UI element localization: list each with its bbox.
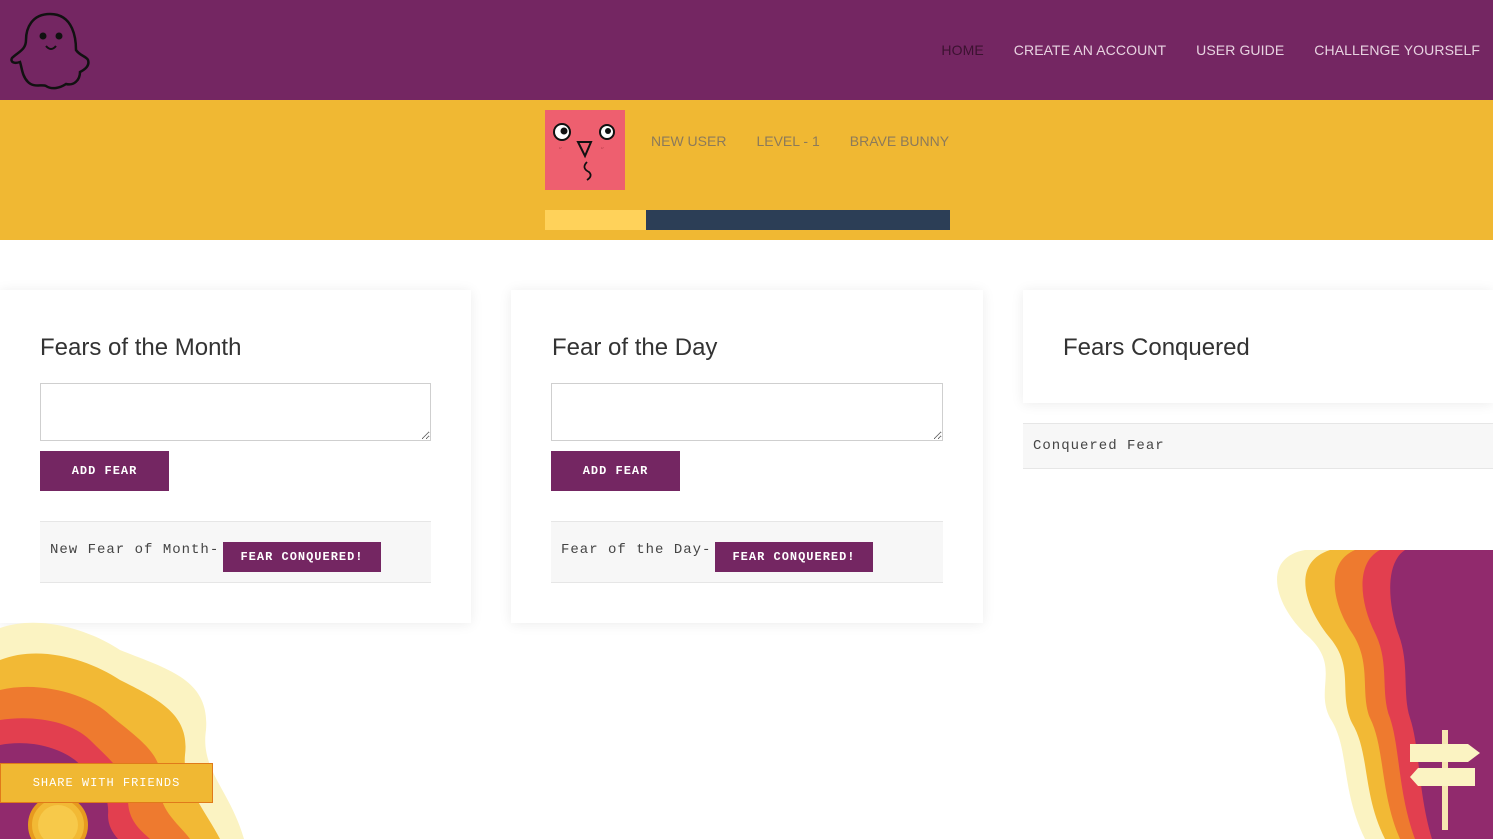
fears-of-month-card: Fears of the Month ADD FEAR New Fear of … (0, 290, 471, 623)
month-fear-text: New Fear of Month- (50, 542, 220, 558)
wave-decoration-left-icon (0, 622, 244, 839)
level-label: LEVEL - 1 (756, 133, 820, 149)
main-nav: HOME CREATE AN ACCOUNT USER GUIDE CHALLE… (941, 42, 1480, 58)
fears-conquered-card: Fears Conquered (1023, 290, 1493, 403)
conquered-fear-text: Conquered Fear (1033, 438, 1165, 454)
fears-conquered-title: Fears Conquered (1063, 334, 1250, 361)
level-progress-fill (545, 210, 646, 230)
fears-of-month-title: Fears of the Month (40, 334, 242, 361)
username-label: NEW USER (651, 133, 727, 149)
profile-band: ′′ ′′ NEW USER LEVEL - 1 BRAVE BUNNY (0, 100, 1493, 240)
day-fear-conquered-button[interactable]: FEAR CONQUERED! (715, 542, 873, 572)
list-item: Conquered Fear (1023, 423, 1493, 469)
wave-decoration-right-icon (1277, 550, 1493, 839)
avatar[interactable]: ′′ ′′ (545, 110, 625, 190)
ghost-icon[interactable] (8, 10, 92, 90)
top-navbar: HOME CREATE AN ACCOUNT USER GUIDE CHALLE… (0, 0, 1493, 100)
level-progress-bar (545, 210, 950, 230)
nav-create-account[interactable]: CREATE AN ACCOUNT (1014, 42, 1166, 58)
nav-challenge-yourself[interactable]: CHALLENGE YOURSELF (1314, 42, 1480, 58)
day-fear-input[interactable] (551, 383, 943, 441)
svg-text:′′: ′′ (601, 147, 604, 154)
fear-of-day-card: Fear of the Day ADD FEAR Fear of the Day… (511, 290, 983, 623)
share-with-friends-button[interactable]: SHARE WITH FRIENDS (0, 763, 213, 803)
fear-of-day-title: Fear of the Day (552, 334, 718, 361)
month-fear-conquered-button[interactable]: FEAR CONQUERED! (223, 542, 381, 572)
day-fear-text: Fear of the Day- (561, 542, 712, 558)
rank-label: BRAVE BUNNY (849, 133, 950, 149)
profile-stats: NEW USER LEVEL - 1 BRAVE BUNNY (651, 133, 949, 149)
list-item: New Fear of Month- FEAR CONQUERED! (40, 521, 431, 583)
add-month-fear-button[interactable]: ADD FEAR (40, 451, 169, 491)
list-item: Fear of the Day- FEAR CONQUERED! (551, 521, 943, 583)
nav-home[interactable]: HOME (941, 42, 983, 58)
month-fear-input[interactable] (40, 383, 431, 441)
face-avatar-icon: ′′ ′′ (553, 123, 615, 181)
add-day-fear-button[interactable]: ADD FEAR (551, 451, 680, 491)
nav-user-guide[interactable]: USER GUIDE (1196, 42, 1284, 58)
svg-text:′′: ′′ (559, 147, 562, 154)
